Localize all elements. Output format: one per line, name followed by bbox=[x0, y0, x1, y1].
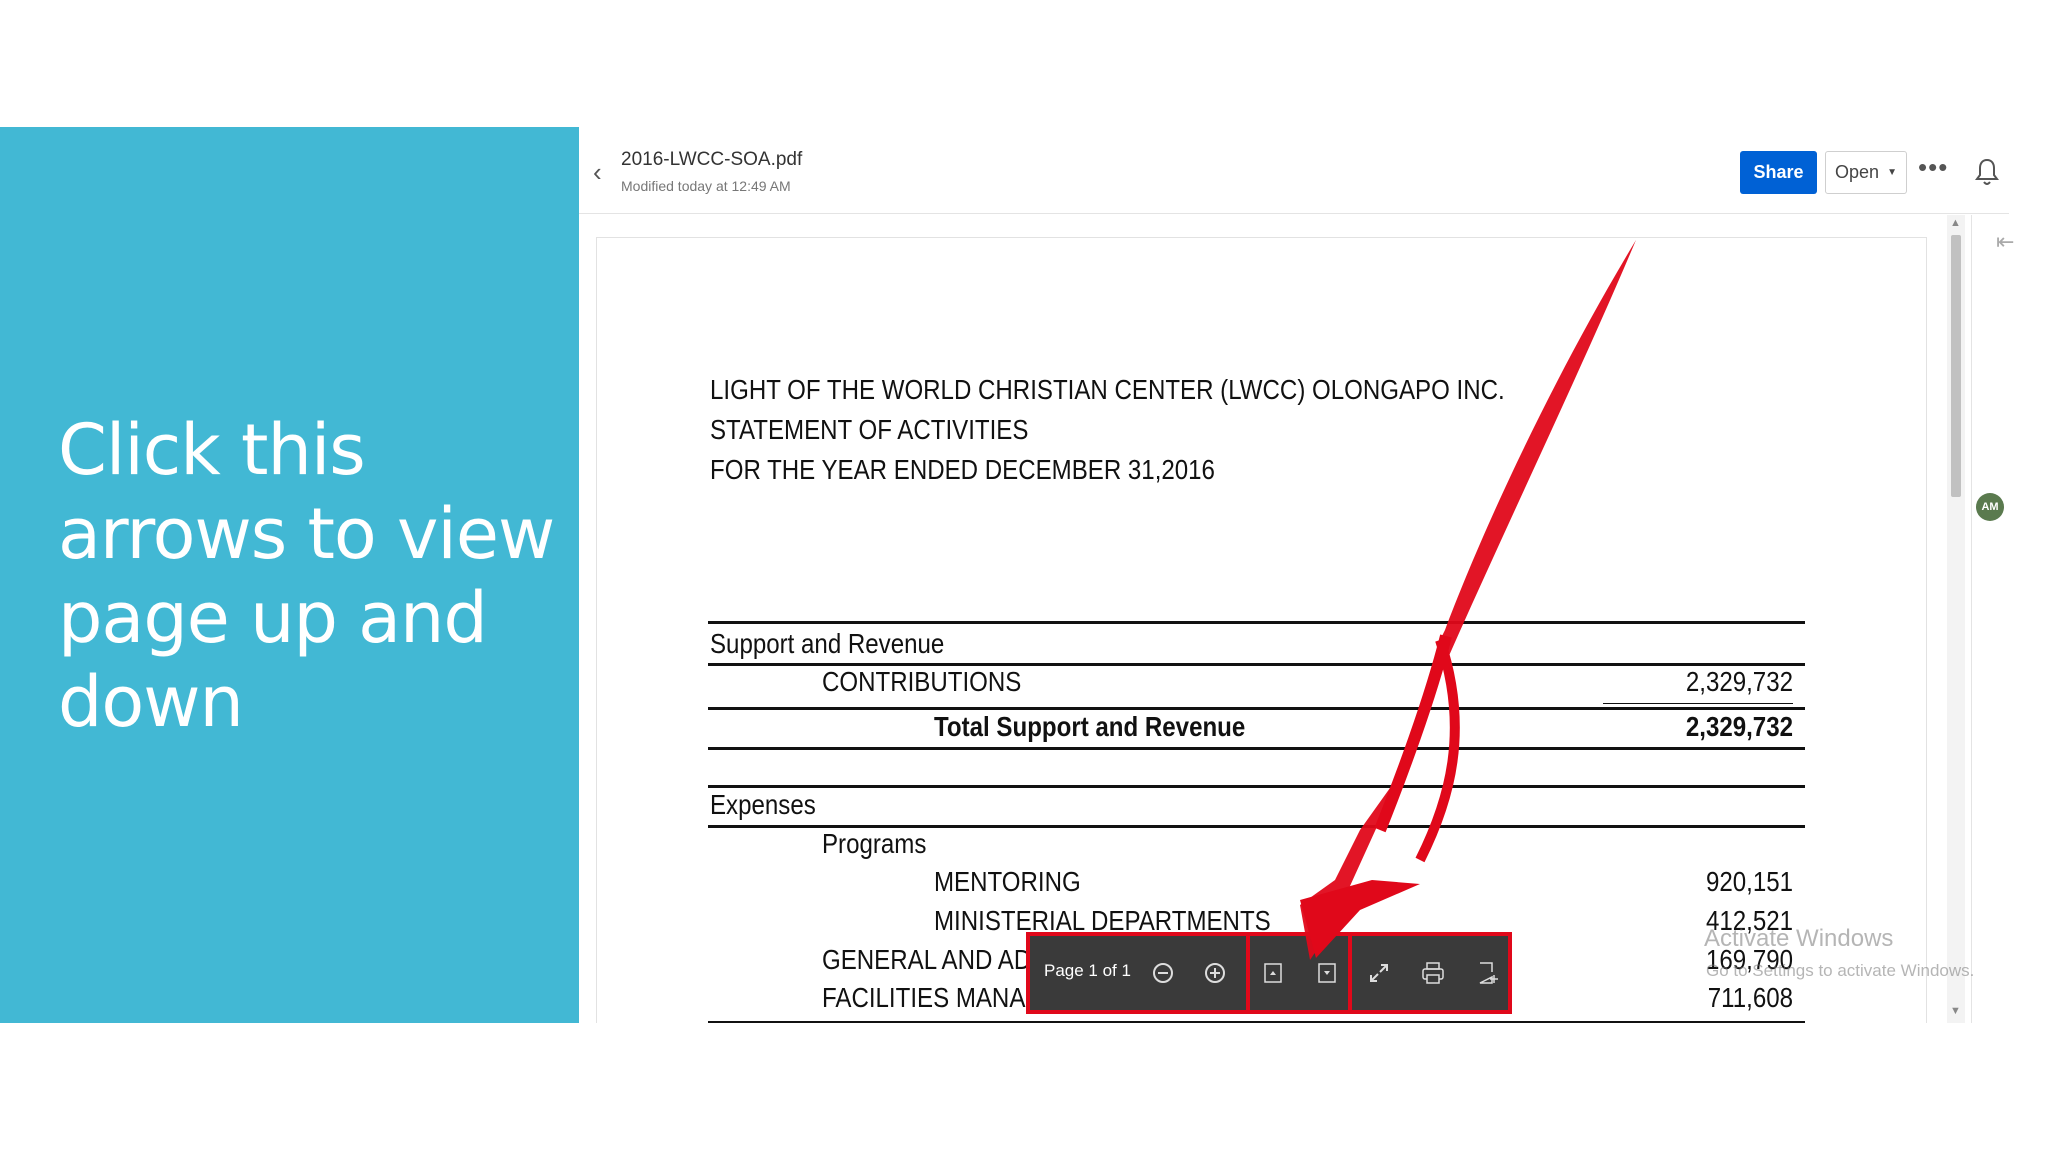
caret-down-icon: ▼ bbox=[1887, 167, 1897, 178]
page-indicator: Page 1 of 1 bbox=[1044, 961, 1131, 980]
right-sidebar: ⇤ bbox=[1971, 215, 2048, 1023]
row-label: CONTRIBUTIONS bbox=[822, 666, 1022, 697]
scrollbar[interactable]: ▲ ▼ bbox=[1947, 215, 1965, 1023]
preview-header: ‹ 2016-LWCC-SOA.pdf Modified today at 12… bbox=[579, 127, 2009, 214]
document-title-line: LIGHT OF THE WORLD CHRISTIAN CENTER (LWC… bbox=[710, 374, 1505, 405]
instruction-text: Click this arrows to view page up and do… bbox=[58, 409, 555, 743]
print-icon[interactable] bbox=[1418, 958, 1448, 988]
activation-watermark: Activate Windows bbox=[1704, 925, 1894, 952]
scrollbar-thumb[interactable] bbox=[1951, 235, 1961, 497]
pdf-toolbar: Page 1 of 1 bbox=[1026, 932, 1512, 1014]
row-label: Total Support and Revenue bbox=[934, 711, 1246, 742]
open-label: Open bbox=[1835, 162, 1880, 182]
table-rule bbox=[708, 747, 1805, 750]
row-value: 2,329,732 bbox=[1685, 711, 1793, 742]
document-title-line: STATEMENT OF ACTIVITIES bbox=[710, 414, 1029, 445]
scroll-down-icon[interactable]: ▼ bbox=[1950, 1005, 1961, 1017]
table-rule bbox=[708, 707, 1805, 710]
row-value: 2,329,732 bbox=[1685, 666, 1793, 697]
slide-top-margin bbox=[0, 0, 2048, 127]
activation-watermark-hint: Go to Settings to activate Windows. bbox=[1706, 961, 1975, 980]
bell-icon[interactable] bbox=[1974, 157, 2000, 187]
open-button[interactable]: Open ▼ bbox=[1825, 151, 1907, 194]
fullscreen-icon[interactable] bbox=[1364, 958, 1394, 988]
underline bbox=[1603, 703, 1793, 704]
instruction-panel: Click this arrows to view page up and do… bbox=[0, 127, 579, 1023]
row-label: MENTORING bbox=[934, 866, 1081, 897]
row-label: Programs bbox=[822, 828, 927, 859]
add-page-icon[interactable] bbox=[1472, 958, 1502, 988]
page-down-icon[interactable] bbox=[1312, 958, 1342, 988]
slide-bottom-margin bbox=[0, 1023, 2048, 1152]
section-heading: Support and Revenue bbox=[710, 628, 945, 659]
modified-time: Modified today at 12:49 AM bbox=[621, 178, 791, 194]
document-title-line: FOR THE YEAR ENDED DECEMBER 31,2016 bbox=[710, 454, 1215, 485]
file-preview-app: ‹ 2016-LWCC-SOA.pdf Modified today at 12… bbox=[579, 127, 2048, 1023]
row-value: 920,151 bbox=[1705, 866, 1793, 897]
table-rule bbox=[708, 785, 1805, 788]
pdf-page: LIGHT OF THE WORLD CHRISTIAN CENTER (LWC… bbox=[596, 237, 1927, 1023]
page-up-icon[interactable] bbox=[1258, 958, 1288, 988]
scroll-up-icon[interactable]: ▲ bbox=[1950, 217, 1961, 229]
section-heading: Expenses bbox=[710, 789, 816, 820]
file-name: 2016-LWCC-SOA.pdf bbox=[621, 149, 803, 170]
more-options-icon[interactable]: ••• bbox=[1918, 152, 1948, 183]
zoom-out-icon[interactable] bbox=[1148, 958, 1178, 988]
zoom-in-icon[interactable] bbox=[1200, 958, 1230, 988]
avatar[interactable]: AM bbox=[1976, 493, 2004, 521]
share-button[interactable]: Share bbox=[1740, 151, 1817, 194]
row-label: FACILITIES MANA bbox=[822, 982, 1026, 1013]
table-rule bbox=[708, 1021, 1805, 1023]
collapse-sidebar-icon[interactable]: ⇤ bbox=[1996, 229, 2014, 255]
chevron-left-icon[interactable]: ‹ bbox=[593, 157, 602, 188]
row-label: GENERAL AND AD bbox=[822, 944, 1032, 975]
row-value: 711,608 bbox=[1707, 982, 1793, 1013]
table-rule bbox=[708, 621, 1805, 624]
